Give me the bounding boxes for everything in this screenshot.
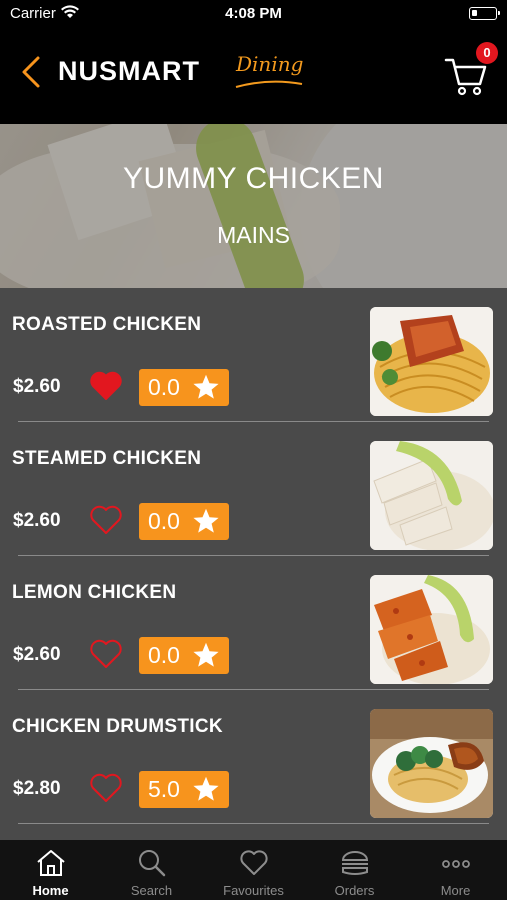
heart-outline-icon[interactable] [89, 504, 123, 536]
cart-count-badge: 0 [476, 42, 498, 64]
logo-sub-text: Dining [236, 52, 304, 76]
tab-label: Search [130, 883, 173, 898]
rating-badge: 0.0 [139, 369, 229, 406]
tab-label: More [440, 883, 471, 898]
tab-more[interactable]: More [405, 840, 506, 900]
item-name: STEAMED CHICKEN [12, 448, 202, 469]
rating-badge: 0.0 [139, 503, 229, 540]
logo-main-text: NUSMART [58, 56, 200, 86]
tab-search[interactable]: Search [101, 840, 202, 900]
search-icon [139, 850, 166, 877]
item-name: LEMON CHICKEN [12, 582, 177, 603]
rating-badge: 0.0 [139, 637, 229, 674]
category-title: MAINS [217, 222, 290, 248]
tab-bar: Home Search Favourites Orders More [0, 840, 507, 900]
burger-icon [341, 851, 369, 875]
rating-badge: 5.0 [139, 771, 229, 808]
item-photo [370, 575, 493, 684]
star-icon [193, 642, 219, 667]
app-logo: NUSMART Dining [58, 50, 318, 96]
row-divider [18, 823, 489, 824]
back-chevron-icon[interactable] [14, 52, 54, 92]
tab-label: Home [32, 883, 69, 898]
more-icon [442, 860, 470, 868]
battery-icon [469, 7, 500, 20]
item-name: CHICKEN DRUMSTICK [12, 716, 223, 737]
star-icon [193, 374, 219, 399]
item-price: $2.60 [13, 644, 61, 665]
nav-bar: NUSMART Dining 0 [0, 28, 507, 124]
menu-item[interactable]: ROASTED CHICKEN $2.60 0.0 [0, 288, 507, 422]
status-bar: Carrier 4:08 PM [0, 0, 507, 28]
menu-item[interactable]: STEAMED CHICKEN $2.60 0.0 [0, 422, 507, 556]
star-icon [193, 776, 219, 801]
tab-label: Orders [334, 883, 375, 898]
heart-outline-icon[interactable] [89, 772, 123, 804]
item-name: ROASTED CHICKEN [12, 314, 202, 335]
item-price: $2.80 [13, 778, 61, 799]
tab-favourites[interactable]: Favourites [203, 840, 304, 900]
category-banner: YUMMY CHICKEN MAINS [0, 124, 507, 288]
heart-outline-icon[interactable] [89, 638, 123, 670]
stall-title: YUMMY CHICKEN [123, 162, 384, 195]
heart-icon [240, 850, 268, 875]
item-photo [370, 307, 493, 416]
menu-item[interactable]: LEMON CHICKEN $2.60 0.0 [0, 556, 507, 690]
heart-filled-icon[interactable] [89, 370, 123, 402]
rating-value: 5.0 [148, 776, 180, 802]
item-photo [370, 441, 493, 550]
tab-orders[interactable]: Orders [304, 840, 405, 900]
logo-swoosh-icon [235, 80, 303, 88]
clock: 4:08 PM [225, 5, 282, 22]
rating-value: 0.0 [148, 642, 180, 668]
item-price: $2.60 [13, 510, 61, 531]
item-photo [370, 709, 493, 818]
item-price: $2.60 [13, 376, 61, 397]
rating-value: 0.0 [148, 374, 180, 400]
menu-list: ROASTED CHICKEN $2.60 0.0 STEAMED CHICKE… [0, 288, 507, 840]
rating-value: 0.0 [148, 508, 180, 534]
star-icon [193, 508, 219, 533]
tab-label: Favourites [223, 883, 284, 898]
home-icon [37, 850, 65, 876]
menu-item[interactable]: CHICKEN DRUMSTICK $2.80 5.0 [0, 690, 507, 824]
tab-home[interactable]: Home [0, 840, 101, 900]
